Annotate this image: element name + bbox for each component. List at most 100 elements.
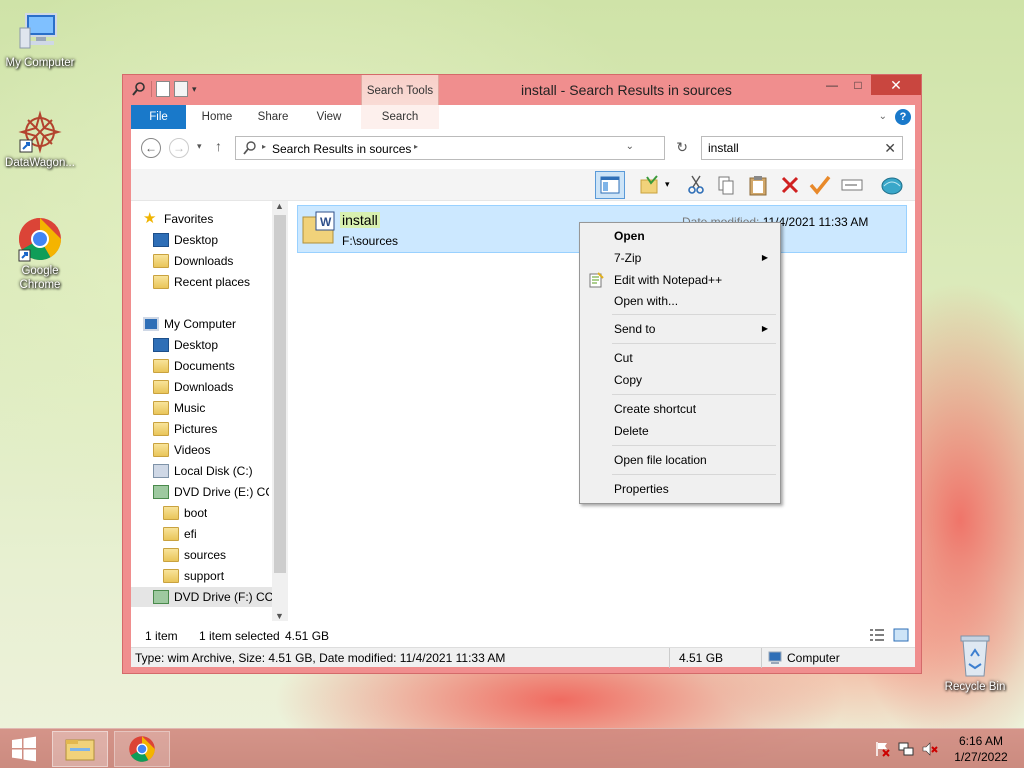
- folder-icon: [163, 548, 179, 562]
- nav-item-dvd-drive-f[interactable]: DVD Drive (F:) CCSA_X64FRE_EN-US_DV5: [131, 587, 272, 607]
- menu-label: 7-Zip: [614, 251, 642, 265]
- globe-icon[interactable]: [879, 173, 905, 197]
- desktop-icon-google-chrome[interactable]: Google Chrome: [0, 216, 80, 292]
- volume-muted-icon[interactable]: [922, 741, 938, 757]
- menu-item-delete[interactable]: Delete: [582, 420, 778, 442]
- rename-icon[interactable]: [839, 173, 865, 197]
- minimize-button[interactable]: —: [819, 75, 845, 95]
- menu-item-cut[interactable]: Cut: [582, 347, 778, 369]
- nav-scrollbar[interactable]: ▲ ▼: [272, 201, 288, 621]
- copy-icon[interactable]: [713, 173, 739, 197]
- nav-label: support: [184, 569, 225, 583]
- delete-icon[interactable]: [777, 173, 803, 197]
- desktop-icon-my-computer[interactable]: My Computer: [0, 10, 80, 70]
- menu-item-7zip[interactable]: 7-Zip ▶: [582, 247, 778, 269]
- menu-item-create-shortcut[interactable]: Create shortcut: [582, 398, 778, 420]
- nav-item-support[interactable]: support: [163, 566, 224, 586]
- menu-item-properties[interactable]: Properties: [582, 478, 778, 500]
- desktop-icon-datawagon[interactable]: DataWagon...: [0, 110, 80, 170]
- details-location: Computer: [787, 651, 840, 665]
- desktop-icon-label: Recycle Bin: [944, 681, 1006, 693]
- search-results-icon: [242, 140, 258, 156]
- tab-share[interactable]: Share: [249, 105, 297, 129]
- breadcrumb-chevron-icon[interactable]: ▸: [414, 142, 418, 151]
- nav-item-sources[interactable]: sources: [163, 545, 226, 565]
- preview-pane-button[interactable]: [595, 171, 625, 199]
- qat-dropdown-icon[interactable]: ▾: [192, 84, 197, 95]
- refresh-icon[interactable]: ↻: [676, 139, 688, 156]
- menu-item-copy[interactable]: Copy: [582, 369, 778, 391]
- address-bar[interactable]: ▸ Search Results in sources ▸ ⌄ ↻: [235, 136, 688, 160]
- nav-item-desktop[interactable]: Desktop: [153, 230, 218, 250]
- nav-item-pictures[interactable]: Pictures: [153, 419, 217, 439]
- clock[interactable]: 6:16 AM 1/27/2022: [948, 734, 1014, 764]
- folder-options-dropdown-icon[interactable]: ▾: [665, 179, 670, 190]
- back-button[interactable]: ←: [141, 138, 161, 158]
- clear-search-icon[interactable]: ✕: [884, 140, 896, 157]
- nav-item-boot[interactable]: boot: [163, 503, 207, 523]
- help-icon[interactable]: ?: [895, 109, 911, 125]
- search-input[interactable]: [708, 141, 878, 155]
- up-button[interactable]: ↑: [215, 138, 222, 154]
- action-center-flag-icon[interactable]: [874, 741, 890, 757]
- tab-home[interactable]: Home: [193, 105, 241, 129]
- menu-item-open[interactable]: Open: [582, 225, 778, 247]
- new-folder-icon[interactable]: [174, 81, 188, 97]
- nav-item-recent-places[interactable]: Recent places: [153, 272, 250, 292]
- nav-item-desktop-2[interactable]: Desktop: [153, 335, 218, 355]
- window-controls: — □ ✕: [819, 75, 921, 95]
- dvd-drive-icon: [153, 485, 169, 499]
- details-view-icon[interactable]: [869, 628, 885, 642]
- nav-item-dvd-drive-e[interactable]: DVD Drive (E:) CCSA_X64FRE_EN-US_DV5: [153, 482, 269, 502]
- start-button[interactable]: [6, 731, 42, 767]
- forward-button[interactable]: →: [169, 138, 189, 158]
- search-icon[interactable]: [131, 81, 147, 97]
- nav-item-videos[interactable]: Videos: [153, 440, 210, 460]
- checkmark-icon[interactable]: [807, 173, 833, 197]
- recent-locations-icon[interactable]: ▾: [197, 141, 202, 152]
- tab-file[interactable]: File: [131, 105, 186, 129]
- breadcrumb[interactable]: Search Results in sources: [272, 142, 411, 156]
- nav-item-downloads-2[interactable]: Downloads: [153, 377, 233, 397]
- scroll-down-icon[interactable]: ▼: [275, 611, 284, 621]
- nav-item-downloads[interactable]: Downloads: [153, 251, 233, 271]
- maximize-button[interactable]: □: [845, 75, 871, 95]
- scroll-up-icon[interactable]: ▲: [275, 201, 284, 211]
- breadcrumb-chevron-icon[interactable]: ▸: [262, 142, 266, 151]
- clock-time: 6:16 AM: [958, 734, 1004, 748]
- ribbon-expand-icon[interactable]: ⌄: [879, 111, 887, 122]
- nav-favorites[interactable]: ★ Favorites: [143, 209, 213, 229]
- ribbon-tabs: File Home Share View Search ⌄ ?: [131, 105, 915, 129]
- windows-logo-icon: [12, 736, 36, 762]
- tab-search[interactable]: Search: [361, 105, 439, 129]
- close-button[interactable]: ✕: [871, 75, 921, 95]
- address-dropdown-icon[interactable]: ⌄: [626, 141, 634, 152]
- dvd-drive-icon: [153, 590, 169, 604]
- search-box[interactable]: ✕: [701, 136, 903, 160]
- cut-icon[interactable]: [683, 173, 709, 197]
- nav-my-computer[interactable]: My Computer: [143, 314, 236, 334]
- title-bar[interactable]: ▾ Search Tools install - Search Results …: [123, 75, 921, 131]
- menu-item-open-file-location[interactable]: Open file location: [582, 449, 778, 471]
- menu-item-send-to[interactable]: Send to ▶: [582, 318, 778, 340]
- downloads-folder-icon: [153, 380, 169, 394]
- scroll-thumb[interactable]: [274, 215, 286, 573]
- menu-item-open-with[interactable]: Open with...: [582, 290, 778, 312]
- folder-icon: [163, 569, 179, 583]
- nav-label: Pictures: [174, 422, 218, 436]
- tab-view[interactable]: View: [305, 105, 353, 129]
- nav-item-music[interactable]: Music: [153, 398, 205, 418]
- desktop-icon-recycle-bin[interactable]: Recycle Bin: [935, 632, 1015, 694]
- nav-item-local-disk-c[interactable]: Local Disk (C:): [153, 461, 253, 481]
- menu-item-edit-notepadpp[interactable]: Edit with Notepad++: [582, 269, 778, 291]
- properties-icon[interactable]: [156, 81, 170, 97]
- folder-options-icon[interactable]: [637, 173, 663, 197]
- taskbar-chrome[interactable]: [114, 731, 170, 767]
- desktop-icon: [153, 338, 169, 352]
- nav-item-efi[interactable]: efi: [163, 524, 197, 544]
- paste-icon[interactable]: [745, 173, 771, 197]
- taskbar-file-explorer[interactable]: [52, 731, 108, 767]
- large-icons-view-icon[interactable]: [893, 628, 909, 642]
- nav-item-documents[interactable]: Documents: [153, 356, 235, 376]
- network-icon[interactable]: [898, 741, 914, 757]
